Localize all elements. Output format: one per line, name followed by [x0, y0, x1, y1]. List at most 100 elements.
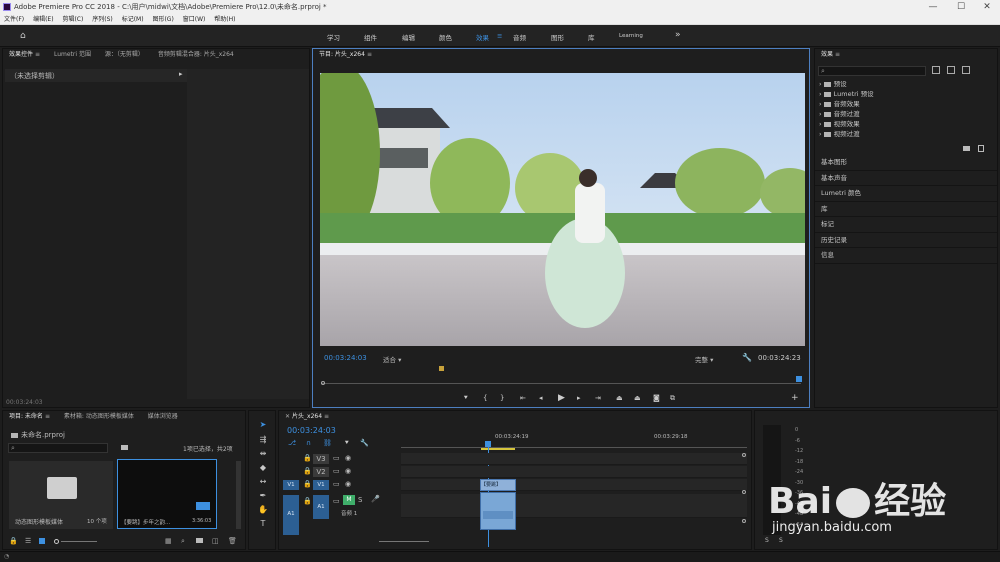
timeline-wrench-icon[interactable]: 🔧: [360, 439, 369, 447]
tab-workspace-editing[interactable]: 编辑: [402, 32, 415, 42]
go-to-out-icon[interactable]: ⇥: [595, 394, 601, 402]
source-patch-v1[interactable]: V1: [283, 480, 299, 491]
effects-tree-item[interactable]: › 视频效果: [815, 119, 997, 129]
new-bin-icon[interactable]: [121, 445, 128, 450]
tab-project[interactable]: 项目: 未命名: [9, 413, 43, 420]
timeline-ruler[interactable]: [401, 447, 747, 448]
close-button[interactable]: ✕: [974, 0, 1000, 14]
wrench-icon[interactable]: 🔧: [742, 353, 752, 362]
lift-icon[interactable]: ⏏: [616, 394, 623, 402]
home-icon[interactable]: ⌂: [20, 31, 26, 41]
accelerated-effects-icon[interactable]: [932, 66, 940, 74]
slip-tool-icon[interactable]: ↔: [257, 476, 269, 488]
section-essential-graphics[interactable]: 基本图形: [815, 155, 997, 171]
menu-sequence[interactable]: 序列(S): [92, 16, 113, 23]
program-menu-icon[interactable]: ≡: [367, 51, 372, 58]
type-tool-icon[interactable]: T: [257, 518, 269, 530]
sync-lock-icon[interactable]: ▭: [333, 454, 340, 462]
source-patch-a1[interactable]: A1: [283, 495, 299, 535]
effects-title[interactable]: 效果: [821, 51, 833, 58]
zoom-slider-thumb[interactable]: [54, 539, 59, 544]
section-info[interactable]: 信息: [815, 248, 997, 264]
export-frame-icon[interactable]: ◙: [653, 394, 660, 402]
track-lock-icon[interactable]: 🔒: [303, 454, 312, 462]
selection-tool-icon[interactable]: ➤: [257, 419, 269, 431]
eye-icon[interactable]: ◉: [345, 467, 351, 475]
tab-workspace-libraries[interactable]: 库: [588, 32, 595, 42]
tab-workspace-graphics[interactable]: 图形: [551, 32, 564, 42]
menu-file[interactable]: 文件(F): [4, 16, 24, 23]
mute-button[interactable]: M: [343, 495, 355, 505]
hand-tool-icon[interactable]: ✋: [257, 504, 269, 516]
yuv-effects-icon[interactable]: [962, 66, 970, 74]
vertical-scroll-handle[interactable]: [742, 519, 746, 523]
maximize-button[interactable]: ☐: [948, 0, 974, 14]
program-timecode[interactable]: 00:03:24:03: [324, 354, 367, 362]
menu-graphics[interactable]: 图形(G): [152, 16, 173, 23]
tab-workspace-audio[interactable]: 音频: [513, 32, 526, 42]
icon-view-icon[interactable]: [39, 538, 45, 544]
step-back-icon[interactable]: ◂: [539, 394, 543, 402]
new-bin-icon[interactable]: [963, 146, 970, 151]
sequence-menu-icon[interactable]: ≡: [324, 413, 329, 420]
workspace-more-icon[interactable]: »: [675, 30, 681, 40]
section-markers[interactable]: 标记: [815, 217, 997, 233]
new-item-icon[interactable]: [978, 145, 984, 152]
track-select-tool-icon[interactable]: ⇶: [257, 434, 269, 446]
solo-button[interactable]: S: [358, 496, 362, 504]
track-lock-icon[interactable]: 🔒: [303, 497, 312, 505]
snap-icon[interactable]: ∩: [306, 439, 311, 447]
menu-clip[interactable]: 剪辑(C): [62, 16, 83, 23]
project-search-input[interactable]: ⌕: [8, 443, 108, 453]
tab-media-browser[interactable]: 媒体浏览器: [148, 413, 178, 420]
tab-workspace-assembly[interactable]: 组件: [364, 32, 377, 42]
work-area-bar[interactable]: [481, 448, 515, 450]
mark-in-icon[interactable]: {: [483, 394, 487, 402]
linked-selection-icon[interactable]: ⛓: [323, 439, 332, 447]
mark-out-icon[interactable]: }: [500, 394, 504, 402]
tab-source[interactable]: 源：（无剪辑）: [105, 51, 144, 58]
new-item-icon[interactable]: ◫: [212, 537, 219, 545]
menu-help[interactable]: 帮助(H): [214, 16, 235, 23]
section-lumetri-color[interactable]: Lumetri 颜色: [815, 186, 997, 202]
32bit-effects-icon[interactable]: [947, 66, 955, 74]
lock-icon[interactable]: 🔒: [9, 537, 18, 545]
zoom-slider[interactable]: [61, 541, 97, 542]
project-scrollbar[interactable]: [236, 461, 241, 529]
section-essential-sound[interactable]: 基本声音: [815, 171, 997, 186]
workspace-menu-icon[interactable]: ≡: [497, 32, 502, 40]
pen-tool-icon[interactable]: ✒: [257, 490, 269, 502]
tab-audio-clip-mixer[interactable]: 音频剪辑混合器: 片头_x264: [158, 51, 234, 58]
add-marker-icon[interactable]: ⯆: [344, 439, 350, 448]
quality-dropdown[interactable]: 完整 ▾: [695, 354, 713, 364]
automate-to-sequence-icon[interactable]: ▦: [165, 537, 172, 545]
section-history[interactable]: 历史记录: [815, 233, 997, 248]
effects-tree-item[interactable]: › 视频过渡: [815, 129, 997, 139]
tab-workspace-learn[interactable]: 学习: [327, 32, 340, 42]
sync-lock-icon[interactable]: ▭: [333, 480, 340, 488]
audio-clip[interactable]: [480, 492, 516, 530]
tab-workspace-learning[interactable]: Learning: [619, 33, 643, 39]
add-marker-icon[interactable]: ⯆: [463, 394, 469, 403]
eye-icon[interactable]: ◉: [345, 454, 351, 462]
effects-search-input[interactable]: ⌕: [818, 66, 926, 76]
new-bin-icon[interactable]: [196, 538, 203, 543]
track-lane-a1[interactable]: [401, 494, 747, 518]
razor-tool-icon[interactable]: ◆: [257, 462, 269, 474]
vertical-scroll-handle[interactable]: [742, 490, 746, 494]
go-to-in-icon[interactable]: ⇤: [520, 394, 526, 402]
eye-icon[interactable]: ◉: [345, 480, 351, 488]
vertical-scroll-handle[interactable]: [742, 453, 746, 457]
track-target-v1[interactable]: V1: [313, 480, 329, 490]
playhead-handle[interactable]: [796, 376, 802, 382]
nest-icon[interactable]: ⎇: [288, 439, 296, 447]
fit-dropdown[interactable]: 适合 ▾: [383, 354, 401, 364]
menu-edit[interactable]: 编辑(E): [33, 16, 53, 23]
timeline-timecode[interactable]: 00:03:24:03: [287, 426, 336, 435]
effects-tree-item[interactable]: › Lumetri 预设: [815, 89, 997, 99]
track-target-v3[interactable]: V3: [313, 454, 329, 464]
project-menu-icon[interactable]: ≡: [45, 413, 50, 420]
effects-menu-icon[interactable]: ≡: [835, 51, 840, 58]
horizontal-scrollbar[interactable]: [379, 541, 429, 542]
sync-lock-icon[interactable]: ▭: [333, 467, 340, 475]
